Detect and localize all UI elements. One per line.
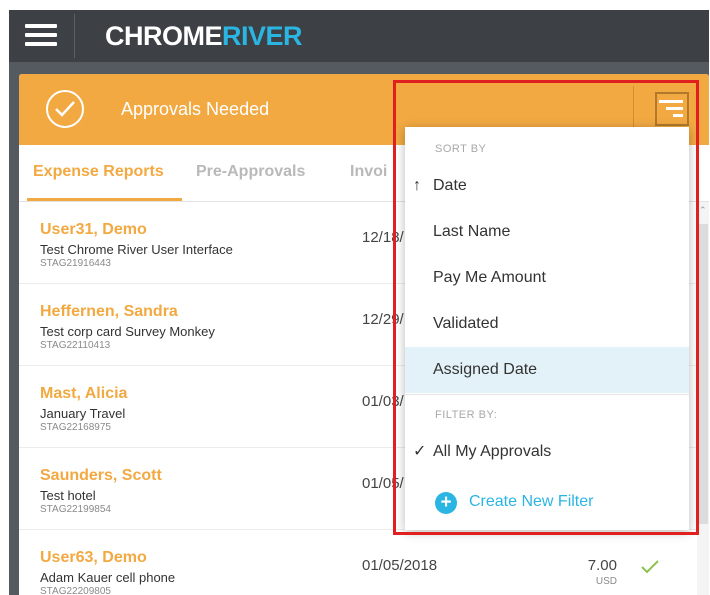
list-item[interactable]: User63, Demo Adam Kauer cell phone STAG2… [19,530,709,595]
tab-expense-reports[interactable]: Expense Reports [33,163,164,181]
logo-text-river: RIVER [222,21,303,51]
filter-option-label: All My Approvals [433,443,552,460]
report-id: STAG22209805 [40,586,111,595]
report-date: 01/05/ [362,475,404,492]
sort-option-label: Pay Me Amount [433,269,546,286]
report-currency: USD [595,576,617,587]
sort-filter-dropdown: SORT BY ↑ Date Last Name Pay Me Amount V… [405,127,689,530]
page-title: Approvals Needed [121,99,270,119]
report-date: 12/29/ [362,311,404,328]
report-id: STAG22199854 [40,504,111,515]
report-description: Test hotel [40,488,96,503]
report-date: 12/18/ [362,229,404,246]
submitter-name: User63, Demo [40,549,147,566]
report-description: Test Chrome River User Interface [40,242,233,257]
sort-option-label: Validated [433,315,499,332]
sort-option-date[interactable]: ↑ Date [405,163,689,209]
sort-option-label: Date [433,177,467,194]
sort-filter-button[interactable] [655,92,689,126]
report-id: STAG22110413 [40,340,111,351]
report-date: 01/03/ [362,393,404,410]
sort-option-validated[interactable]: Validated [405,301,689,347]
selected-check-icon: ✓ [413,443,427,460]
sort-option-last-name[interactable]: Last Name [405,209,689,255]
scrollbar-thumb[interactable] [698,224,708,524]
tab-invoices[interactable]: Invoi [350,163,387,181]
dropdown-divider [405,394,689,395]
report-description: January Travel [40,406,126,421]
approved-check-icon [641,560,659,579]
report-date: 01/05/2018 [362,557,438,574]
submitter-name: Mast, Alicia [40,385,128,402]
sort-by-heading: SORT BY [435,143,487,155]
hamburger-menu-icon[interactable] [25,23,57,47]
submitter-name: Heffernen, Sandra [40,303,178,320]
active-tab-indicator [27,198,182,201]
logo-text-chrome: CHROME [105,21,223,51]
sort-option-label: Assigned Date [433,361,538,378]
report-id: STAG21916443 [40,258,111,269]
sort-option-label: Last Name [433,223,511,240]
report-id: STAG22168975 [40,422,111,433]
submitter-name: Saunders, Scott [40,467,162,484]
check-circle-icon [46,90,84,128]
chrome-river-logo: CHROMERIVER [105,20,303,52]
report-amount: 7.00 [587,557,617,574]
topbar-divider [74,14,75,58]
sort-option-assigned-date[interactable]: Assigned Date [405,347,689,393]
filter-by-heading: FILTER BY: [435,409,498,421]
sort-option-pay-me-amount[interactable]: Pay Me Amount [405,255,689,301]
report-description: Test corp card Survey Monkey [40,324,215,339]
create-new-filter-label: Create New Filter [469,493,594,510]
tab-pre-approvals[interactable]: Pre-Approvals [196,163,305,181]
filter-option-all-my-approvals[interactable]: ✓ All My Approvals [405,429,689,475]
header-divider [633,86,634,132]
top-app-bar: CHROMERIVER [9,10,709,62]
report-description: Adam Kauer cell phone [40,570,176,585]
plus-circle-icon: + [435,492,457,514]
scroll-up-icon[interactable]: ⌃ [699,205,707,216]
submitter-name: User31, Demo [40,221,147,238]
sort-ascending-arrow-icon: ↑ [413,177,421,194]
